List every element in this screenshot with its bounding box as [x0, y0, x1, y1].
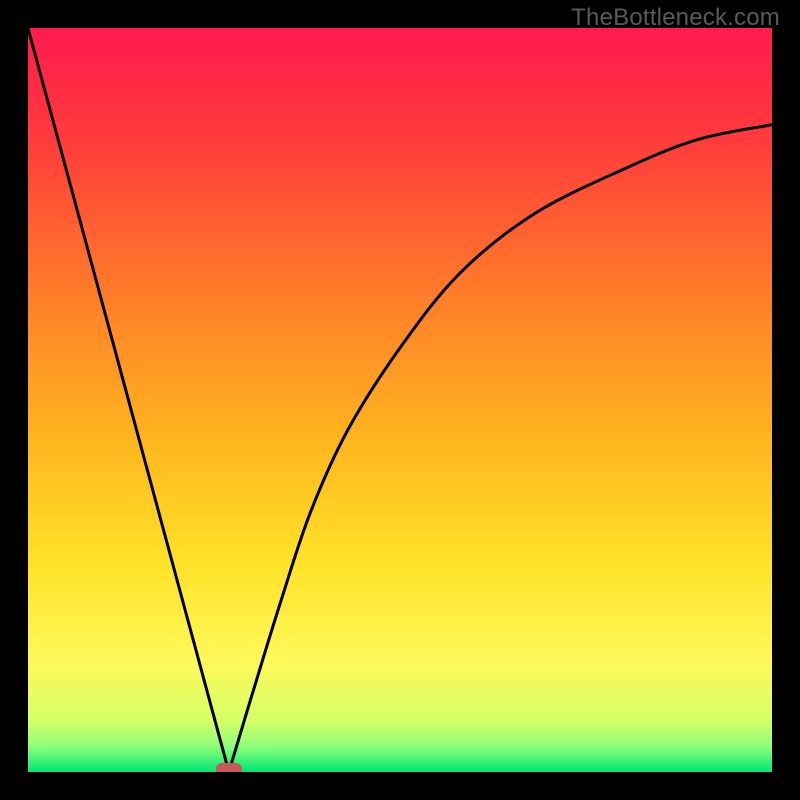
plot-area: [28, 28, 772, 772]
watermark-text: TheBottleneck.com: [571, 4, 780, 32]
chart-frame: TheBottleneck.com: [0, 0, 800, 800]
bottleneck-chart: [28, 28, 772, 772]
gradient-background: [28, 28, 772, 772]
optimum-marker: [216, 763, 242, 772]
